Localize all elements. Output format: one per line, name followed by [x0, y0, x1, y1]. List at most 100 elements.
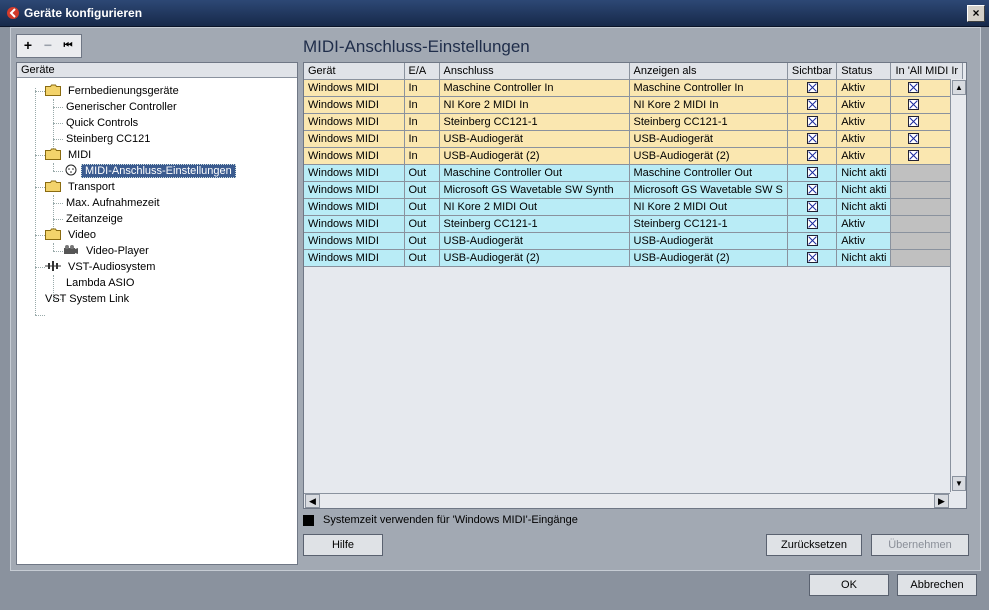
cell-io[interactable]: In [404, 130, 440, 148]
cancel-button[interactable]: Abbrechen [897, 574, 977, 596]
visible-checkbox[interactable] [806, 217, 818, 229]
table-row[interactable]: Windows MIDI In USB-Audiogerät (2) USB-Audi… [304, 147, 964, 165]
ok-button[interactable]: OK [809, 574, 889, 596]
cell-io[interactable]: Out [404, 249, 440, 267]
cell-port[interactable]: USB-Audiogerät (2) [439, 249, 630, 267]
cell-visible[interactable] [787, 181, 838, 199]
visible-checkbox[interactable] [806, 234, 818, 246]
scroll-left-icon[interactable]: ◀ [305, 494, 320, 508]
tree-item-generic-controller[interactable]: Generischer Controller [63, 99, 180, 115]
col-header-show-as[interactable]: Anzeigen als [629, 63, 788, 80]
col-header-visible[interactable]: Sichtbar [787, 63, 838, 80]
cell-status[interactable]: Aktiv [836, 232, 892, 250]
cell-device[interactable]: Windows MIDI [304, 164, 405, 182]
cell-device[interactable]: Windows MIDI [304, 130, 405, 148]
cell-status[interactable]: Nicht akti [836, 249, 892, 267]
cell-show-as[interactable]: Maschine Controller Out [629, 164, 788, 182]
table-row[interactable]: Windows MIDI In Steinberg CC121-1 Steinberg… [304, 113, 964, 131]
tree-item-midi-port-setup[interactable]: MIDI-Anschluss-Einstellungen [65, 163, 236, 179]
cell-port[interactable]: NI Kore 2 MIDI In [439, 96, 630, 114]
apply-button[interactable]: Übernehmen [871, 534, 969, 556]
cell-io[interactable]: Out [404, 215, 440, 233]
tree-item-vst-audio-system[interactable]: VST-Audiosystem [45, 259, 158, 275]
table-row[interactable]: Windows MIDI In Maschine Controller In Masc… [304, 79, 964, 97]
cell-port[interactable]: Maschine Controller Out [439, 164, 630, 182]
cell-port[interactable]: USB-Audiogerät [439, 130, 630, 148]
close-button[interactable]: × [967, 5, 985, 22]
table-row[interactable]: Windows MIDI Out NI Kore 2 MIDI Out NI Kore… [304, 198, 964, 216]
cell-device[interactable]: Windows MIDI [304, 232, 405, 250]
visible-checkbox[interactable] [806, 115, 818, 127]
visible-checkbox[interactable] [806, 81, 818, 93]
cell-device[interactable]: Windows MIDI [304, 79, 405, 97]
reset-button[interactable]: Zurücksetzen [766, 534, 862, 556]
cell-show-as[interactable]: NI Kore 2 MIDI Out [629, 198, 788, 216]
visible-checkbox[interactable] [806, 98, 818, 110]
visible-checkbox[interactable] [806, 200, 818, 212]
cell-status[interactable]: Nicht akti [836, 164, 892, 182]
col-header-in-all-midi[interactable]: In 'All MIDI Ir [890, 63, 964, 80]
cell-show-as[interactable]: USB-Audiogerät (2) [629, 147, 788, 165]
in-all-midi-checkbox[interactable] [908, 149, 920, 161]
visible-checkbox[interactable] [806, 166, 818, 178]
cell-visible[interactable] [787, 215, 838, 233]
cell-visible[interactable] [787, 113, 838, 131]
cell-show-as[interactable]: NI Kore 2 MIDI In [629, 96, 788, 114]
cell-show-as[interactable]: Maschine Controller In [629, 79, 788, 97]
cell-status[interactable]: Aktiv [836, 96, 892, 114]
col-header-status[interactable]: Status [836, 63, 892, 80]
cell-device[interactable]: Windows MIDI [304, 215, 405, 233]
cell-io[interactable]: Out [404, 164, 440, 182]
cell-status[interactable]: Aktiv [836, 79, 892, 97]
in-all-midi-checkbox[interactable] [908, 132, 920, 144]
visible-checkbox[interactable] [806, 149, 818, 161]
cell-io[interactable]: Out [404, 198, 440, 216]
remove-device-button[interactable]: − [39, 37, 57, 54]
vertical-scrollbar[interactable]: ▲ ▼ [950, 79, 966, 492]
col-header-device[interactable]: Gerät [304, 63, 405, 80]
tree-item-midi[interactable]: MIDI [45, 147, 94, 163]
cell-visible[interactable] [787, 249, 838, 267]
cell-port[interactable]: USB-Audiogerät (2) [439, 147, 630, 165]
horizontal-scrollbar[interactable]: ◀ ▶ [304, 493, 950, 508]
cell-visible[interactable] [787, 147, 838, 165]
cell-show-as[interactable]: Steinberg CC121-1 [629, 215, 788, 233]
scroll-up-icon[interactable]: ▲ [952, 80, 966, 95]
cell-device[interactable]: Windows MIDI [304, 249, 405, 267]
table-row[interactable]: Windows MIDI Out USB-Audiogerät USB-Audioge… [304, 232, 964, 250]
in-all-midi-checkbox[interactable] [908, 81, 920, 93]
table-row[interactable]: Windows MIDI Out Maschine Controller Out Ma… [304, 164, 964, 182]
table-row[interactable]: Windows MIDI In USB-Audiogerät USB-Audioger… [304, 130, 964, 148]
tree-item-video[interactable]: Video [45, 227, 99, 243]
cell-device[interactable]: Windows MIDI [304, 181, 405, 199]
cell-io[interactable]: Out [404, 181, 440, 199]
cell-status[interactable]: Aktiv [836, 130, 892, 148]
cell-status[interactable]: Nicht akti [836, 181, 892, 199]
table-row[interactable]: Windows MIDI Out USB-Audiogerät (2) USB-Aud… [304, 249, 964, 267]
cell-port[interactable]: Microsoft GS Wavetable SW Synth [439, 181, 630, 199]
tree-item-vst-system-link[interactable]: VST System Link [42, 291, 132, 307]
cell-visible[interactable] [787, 130, 838, 148]
scroll-down-icon[interactable]: ▼ [952, 476, 966, 491]
cell-io[interactable]: In [404, 113, 440, 131]
cell-device[interactable]: Windows MIDI [304, 198, 405, 216]
system-time-checkbox[interactable] [303, 515, 314, 526]
table-row[interactable]: Windows MIDI Out Microsoft GS Wavetable SW… [304, 181, 964, 199]
tree-item-steinberg-cc121[interactable]: Steinberg CC121 [63, 131, 153, 147]
cell-io[interactable]: In [404, 79, 440, 97]
in-all-midi-checkbox[interactable] [908, 98, 920, 110]
cell-io[interactable]: In [404, 147, 440, 165]
cell-device[interactable]: Windows MIDI [304, 96, 405, 114]
cell-status[interactable]: Aktiv [836, 215, 892, 233]
tree-item-lambda-asio[interactable]: Lambda ASIO [63, 275, 138, 291]
tree-item-max-record-time[interactable]: Max. Aufnahmezeit [63, 195, 163, 211]
cell-device[interactable]: Windows MIDI [304, 113, 405, 131]
cell-show-as[interactable]: Microsoft GS Wavetable SW S [629, 181, 788, 199]
cell-visible[interactable] [787, 79, 838, 97]
reset-device-button[interactable]: ⏮ [59, 37, 77, 54]
cell-show-as[interactable]: USB-Audiogerät (2) [629, 249, 788, 267]
cell-port[interactable]: Maschine Controller In [439, 79, 630, 97]
cell-port[interactable]: NI Kore 2 MIDI Out [439, 198, 630, 216]
cell-status[interactable]: Aktiv [836, 113, 892, 131]
cell-visible[interactable] [787, 164, 838, 182]
